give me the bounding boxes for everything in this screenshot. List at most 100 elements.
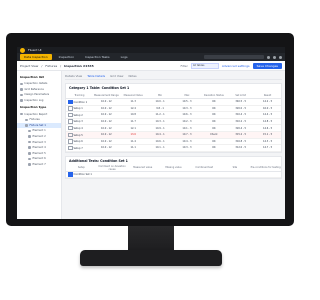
table-row[interactable]: Setup 5 10.0 - 12 13.6 10.4 - 1 10.7 - 3 Chec…: [66, 131, 281, 139]
table-cell: 310.2 - 5: [227, 118, 255, 126]
table-cell: 11.7: [119, 118, 147, 126]
breadcrumb: Project View / Fixtures / Inspection #23…: [17, 61, 285, 71]
cell-value: Setup 6: [73, 139, 83, 143]
cell-value: 310.2 - 5: [235, 120, 247, 124]
tab-table-details[interactable]: Table Details: [87, 74, 105, 78]
advanced-settings-link[interactable]: Advanced settings: [222, 64, 250, 68]
cell-value: 10.3 - 1: [155, 120, 165, 124]
cell-value: 10.0 - 12: [100, 139, 112, 143]
app-title: Fluent UI: [28, 48, 42, 52]
settings-icon[interactable]: [273, 55, 276, 59]
file-icon: [28, 146, 31, 149]
table-row[interactable]: Setup 3 10.0 - 12 11.7 10.3 - 1 10.2 - 3 OK 31…: [66, 118, 281, 126]
cell-value: 10.4 - 3: [182, 139, 192, 143]
table-cell: 14.3 - 5: [254, 138, 281, 146]
cell-value: OK: [212, 100, 216, 104]
row-checkbox[interactable]: [68, 99, 73, 105]
nav-tab-inspection-tasks[interactable]: Inspection Tasks: [81, 54, 114, 60]
table-cell: 10.0 - 12: [92, 124, 120, 132]
save-changes-button[interactable]: Save Changes: [252, 62, 282, 69]
table-cell: OK: [200, 138, 228, 146]
cell-value: OK: [212, 126, 216, 130]
table-cell: 14.8 - 5: [254, 118, 281, 126]
cell-value: Condition Set 1: [73, 173, 92, 177]
row-label-cell: Setup 5: [66, 131, 93, 139]
table-cell: 10.9 - 1: [146, 124, 174, 132]
additional-tests-table: Setup Comment on deviation cause Measured …: [66, 164, 281, 179]
row-checkbox[interactable]: [68, 125, 73, 131]
row-checkbox[interactable]: [68, 119, 73, 124]
cell-value: 12.4: [130, 106, 136, 110]
cell-value: 10.5 - 3: [182, 100, 192, 104]
tab-grid-view[interactable]: Grid View: [110, 74, 123, 78]
table-cell: 10.6 - 3: [173, 111, 201, 119]
nav-tab-data-inspection[interactable]: Data Inspection: [20, 54, 52, 60]
row-label-cell: Condition 1: [66, 98, 93, 106]
sidebar-item-label: Element 6: [32, 157, 46, 161]
table-cell: 10.7 - 3: [173, 131, 201, 139]
cell-value: 13.6: [130, 133, 136, 137]
cell-value: 14.2 - 5: [262, 100, 273, 104]
table-cell: 10.8: [119, 111, 147, 119]
table-cell: OK: [200, 144, 228, 152]
row-checkbox[interactable]: [68, 145, 73, 151]
sidebar-item-label: Inspection details: [24, 82, 48, 86]
cell-value: 10.0 - 12: [100, 146, 112, 150]
global-search-input[interactable]: [204, 55, 264, 59]
table-row[interactable]: Setup 4 10.0 - 12 12.1 10.9 - 1 10.1 - 3 OK 32…: [66, 124, 281, 132]
sidebar-item-label: Element 7: [32, 163, 46, 167]
row-checkbox[interactable]: [68, 172, 73, 177]
sidebar-item-label: Element 1: [32, 129, 46, 133]
tab-details-view[interactable]: Details View: [65, 74, 82, 78]
cell-value: 15.1 - 5: [262, 133, 273, 137]
table-cell: [96, 171, 128, 179]
crumb-project[interactable]: Project View: [20, 64, 38, 68]
toolbar: Filter All tables Advanced settings Save…: [180, 62, 282, 69]
table-cell: 12.4: [119, 105, 147, 113]
app-logo-icon: [20, 47, 25, 53]
cell-value: 14.7 - 5: [262, 146, 273, 150]
table-row[interactable]: Setup 1 10.0 - 12 12.4 9.8 - 1 10.3 - 3 OK 320…: [66, 105, 281, 113]
row-label-cell: Setup 6: [66, 138, 93, 146]
crumb-module[interactable]: Fixtures: [45, 64, 57, 68]
table-cell: 13.6: [119, 131, 147, 139]
cell-value: 10.0 - 12: [100, 133, 112, 137]
table-cell: 10.1 - 3: [173, 124, 201, 132]
row-checkbox[interactable]: [68, 112, 73, 118]
table-cell: 10.1 - 1: [146, 144, 174, 152]
row-label-cell: Setup 7: [66, 144, 93, 152]
row-label-cell: Setup 2: [66, 111, 93, 119]
cell-value: 14.8 - 5: [262, 120, 273, 124]
table-cell: Check: [200, 131, 228, 139]
table-row[interactable]: Setup 2 10.0 - 12 10.8 11.2 - 1 10.6 - 3 OK 31…: [66, 111, 281, 119]
table-row[interactable]: Setup 7 10.0 - 12 11.1 10.1 - 1 10.3 - 3 OK 31…: [66, 144, 281, 152]
cell-value: 14.4 - 5: [262, 113, 273, 117]
table-cell: 14.7 - 5: [254, 144, 281, 152]
crumb-separator: /: [41, 63, 43, 68]
row-checkbox[interactable]: [68, 139, 73, 144]
table-cell: 11.4: [119, 138, 147, 146]
cell-value: 10.0 - 12: [100, 100, 112, 104]
nav-tab-logs[interactable]: Logs: [117, 54, 132, 60]
table-cell: OK: [200, 105, 228, 113]
table-cell: 10.4 - 3: [173, 138, 201, 146]
table-row[interactable]: Condition 1 10.0 - 12 11.3 10.0 - 1 10.5 - 3…: [66, 98, 281, 106]
filter-select[interactable]: All tables: [190, 62, 219, 69]
cell-value: OK: [212, 120, 216, 124]
row-checkbox[interactable]: [68, 106, 73, 111]
row-label-cell: Setup 1: [66, 105, 93, 113]
table-row[interactable]: Setup 6 10.0 - 12 11.4 10.6 - 1 10.4 - 3 OK 31…: [66, 138, 281, 146]
nav-tab-inspection[interactable]: Inspection: [55, 54, 79, 60]
table-row[interactable]: Condition Set 1: [66, 171, 281, 179]
notification-icon[interactable]: [267, 55, 270, 59]
tab-notes[interactable]: Notes: [128, 74, 136, 78]
file-icon: [28, 163, 31, 166]
user-avatar[interactable]: [279, 55, 282, 59]
sidebar-item[interactable]: Element 7: [17, 162, 61, 168]
table-cell: 10.0 - 12: [92, 98, 120, 106]
cell-value: 11.3: [130, 100, 136, 104]
page-title: Inspection #2345: [64, 63, 94, 68]
table-cell: 16.0 - 5: [254, 105, 281, 113]
row-checkbox[interactable]: [68, 132, 73, 138]
monitor: Fluent UI Data Inspection Inspection Ins…: [6, 33, 294, 226]
